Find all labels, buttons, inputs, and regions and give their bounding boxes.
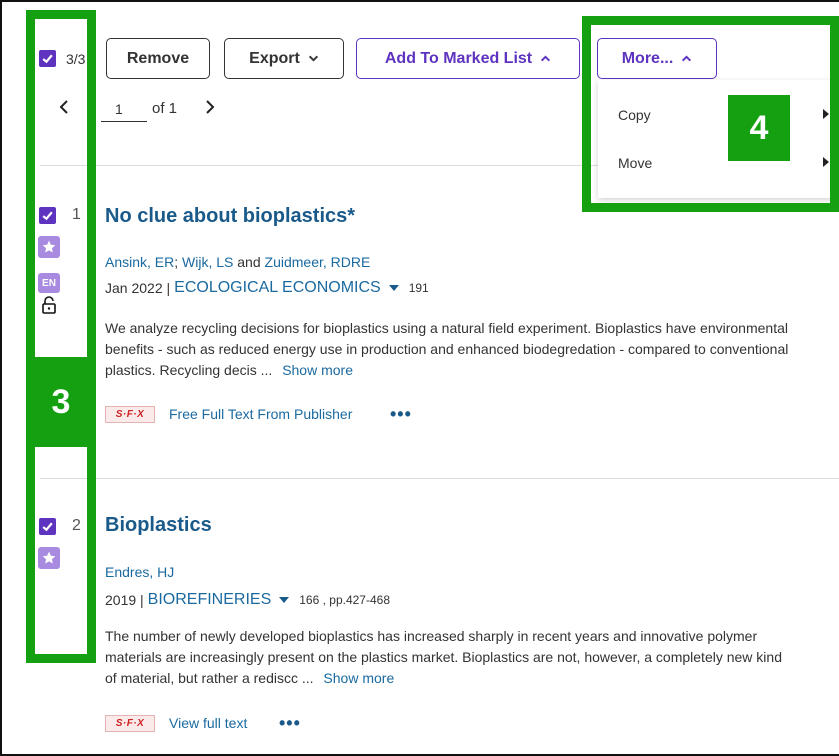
record-date: 2019 |	[105, 592, 144, 608]
author-link[interactable]: Zuidmeer, RDRE	[265, 254, 371, 270]
annotation-box-3-bottom	[26, 438, 96, 663]
page-number-input[interactable]	[101, 96, 147, 122]
annotation-label-4: 4	[728, 95, 790, 161]
export-label: Export	[249, 49, 300, 67]
caret-down-icon[interactable]	[388, 285, 399, 291]
record-source: 2019 | BIOREFINERIES 166 , pp.427-468	[105, 591, 390, 609]
annotation-box-4	[582, 16, 839, 212]
author-and: and	[237, 254, 261, 270]
export-button[interactable]: Export	[224, 38, 344, 79]
record-date: Jan 2022 |	[105, 280, 171, 296]
annotation-box-3-top	[26, 10, 96, 366]
journal-link[interactable]: ECOLOGICAL ECONOMICS	[174, 279, 381, 297]
record-source: Jan 2022 | ECOLOGICAL ECONOMICS 191	[105, 279, 429, 297]
abstract-text: We analyze recycling decisions for biopl…	[105, 320, 789, 378]
author-link[interactable]: Endres, HJ	[105, 564, 174, 580]
author-separator: ;	[174, 254, 179, 270]
add-to-marked-list-button[interactable]: Add To Marked List	[356, 38, 580, 79]
caret-down-icon[interactable]	[279, 597, 290, 603]
record-abstract: The number of newly developed bioplastic…	[105, 626, 795, 689]
chevron-up-icon	[541, 55, 551, 62]
author-link[interactable]: Ansink, ER	[105, 254, 174, 270]
abstract-text: The number of newly developed bioplastic…	[105, 628, 782, 686]
record-abstract: We analyze recycling decisions for biopl…	[105, 318, 795, 381]
sfx-logo[interactable]: S·F·X	[105, 715, 155, 732]
record-authors: Ansink, ER; Wijk, LS and Zuidmeer, RDRE	[105, 254, 370, 270]
chevron-down-icon	[308, 55, 318, 62]
add-to-marked-list-label: Add To Marked List	[384, 49, 533, 67]
toolbar-divider	[40, 165, 600, 166]
record-title-link[interactable]: No clue about bioplastics*	[105, 205, 355, 228]
remove-label: Remove	[126, 49, 190, 67]
page-total: of 1	[152, 100, 178, 117]
record-title-link[interactable]: Bioplastics	[105, 514, 212, 537]
more-options-icon[interactable]: •••	[390, 404, 412, 425]
annotation-label-3: 3	[26, 366, 96, 438]
show-more-link[interactable]: Show more	[282, 362, 353, 378]
next-page-icon[interactable]	[203, 98, 217, 116]
show-more-link[interactable]: Show more	[323, 670, 394, 686]
record-volume: 191	[408, 281, 429, 295]
record-authors: Endres, HJ	[105, 564, 174, 580]
author-link[interactable]: Wijk, LS	[182, 254, 233, 270]
sfx-logo[interactable]: S·F·X	[105, 406, 155, 423]
record-volume: 166 , pp.427-468	[299, 593, 390, 607]
full-text-link[interactable]: Free Full Text From Publisher	[169, 406, 352, 422]
journal-link[interactable]: BIOREFINERIES	[148, 591, 272, 609]
remove-button[interactable]: Remove	[106, 38, 210, 79]
record-divider	[40, 478, 839, 479]
full-text-link[interactable]: View full text	[169, 715, 247, 731]
more-options-icon[interactable]: •••	[279, 713, 301, 734]
